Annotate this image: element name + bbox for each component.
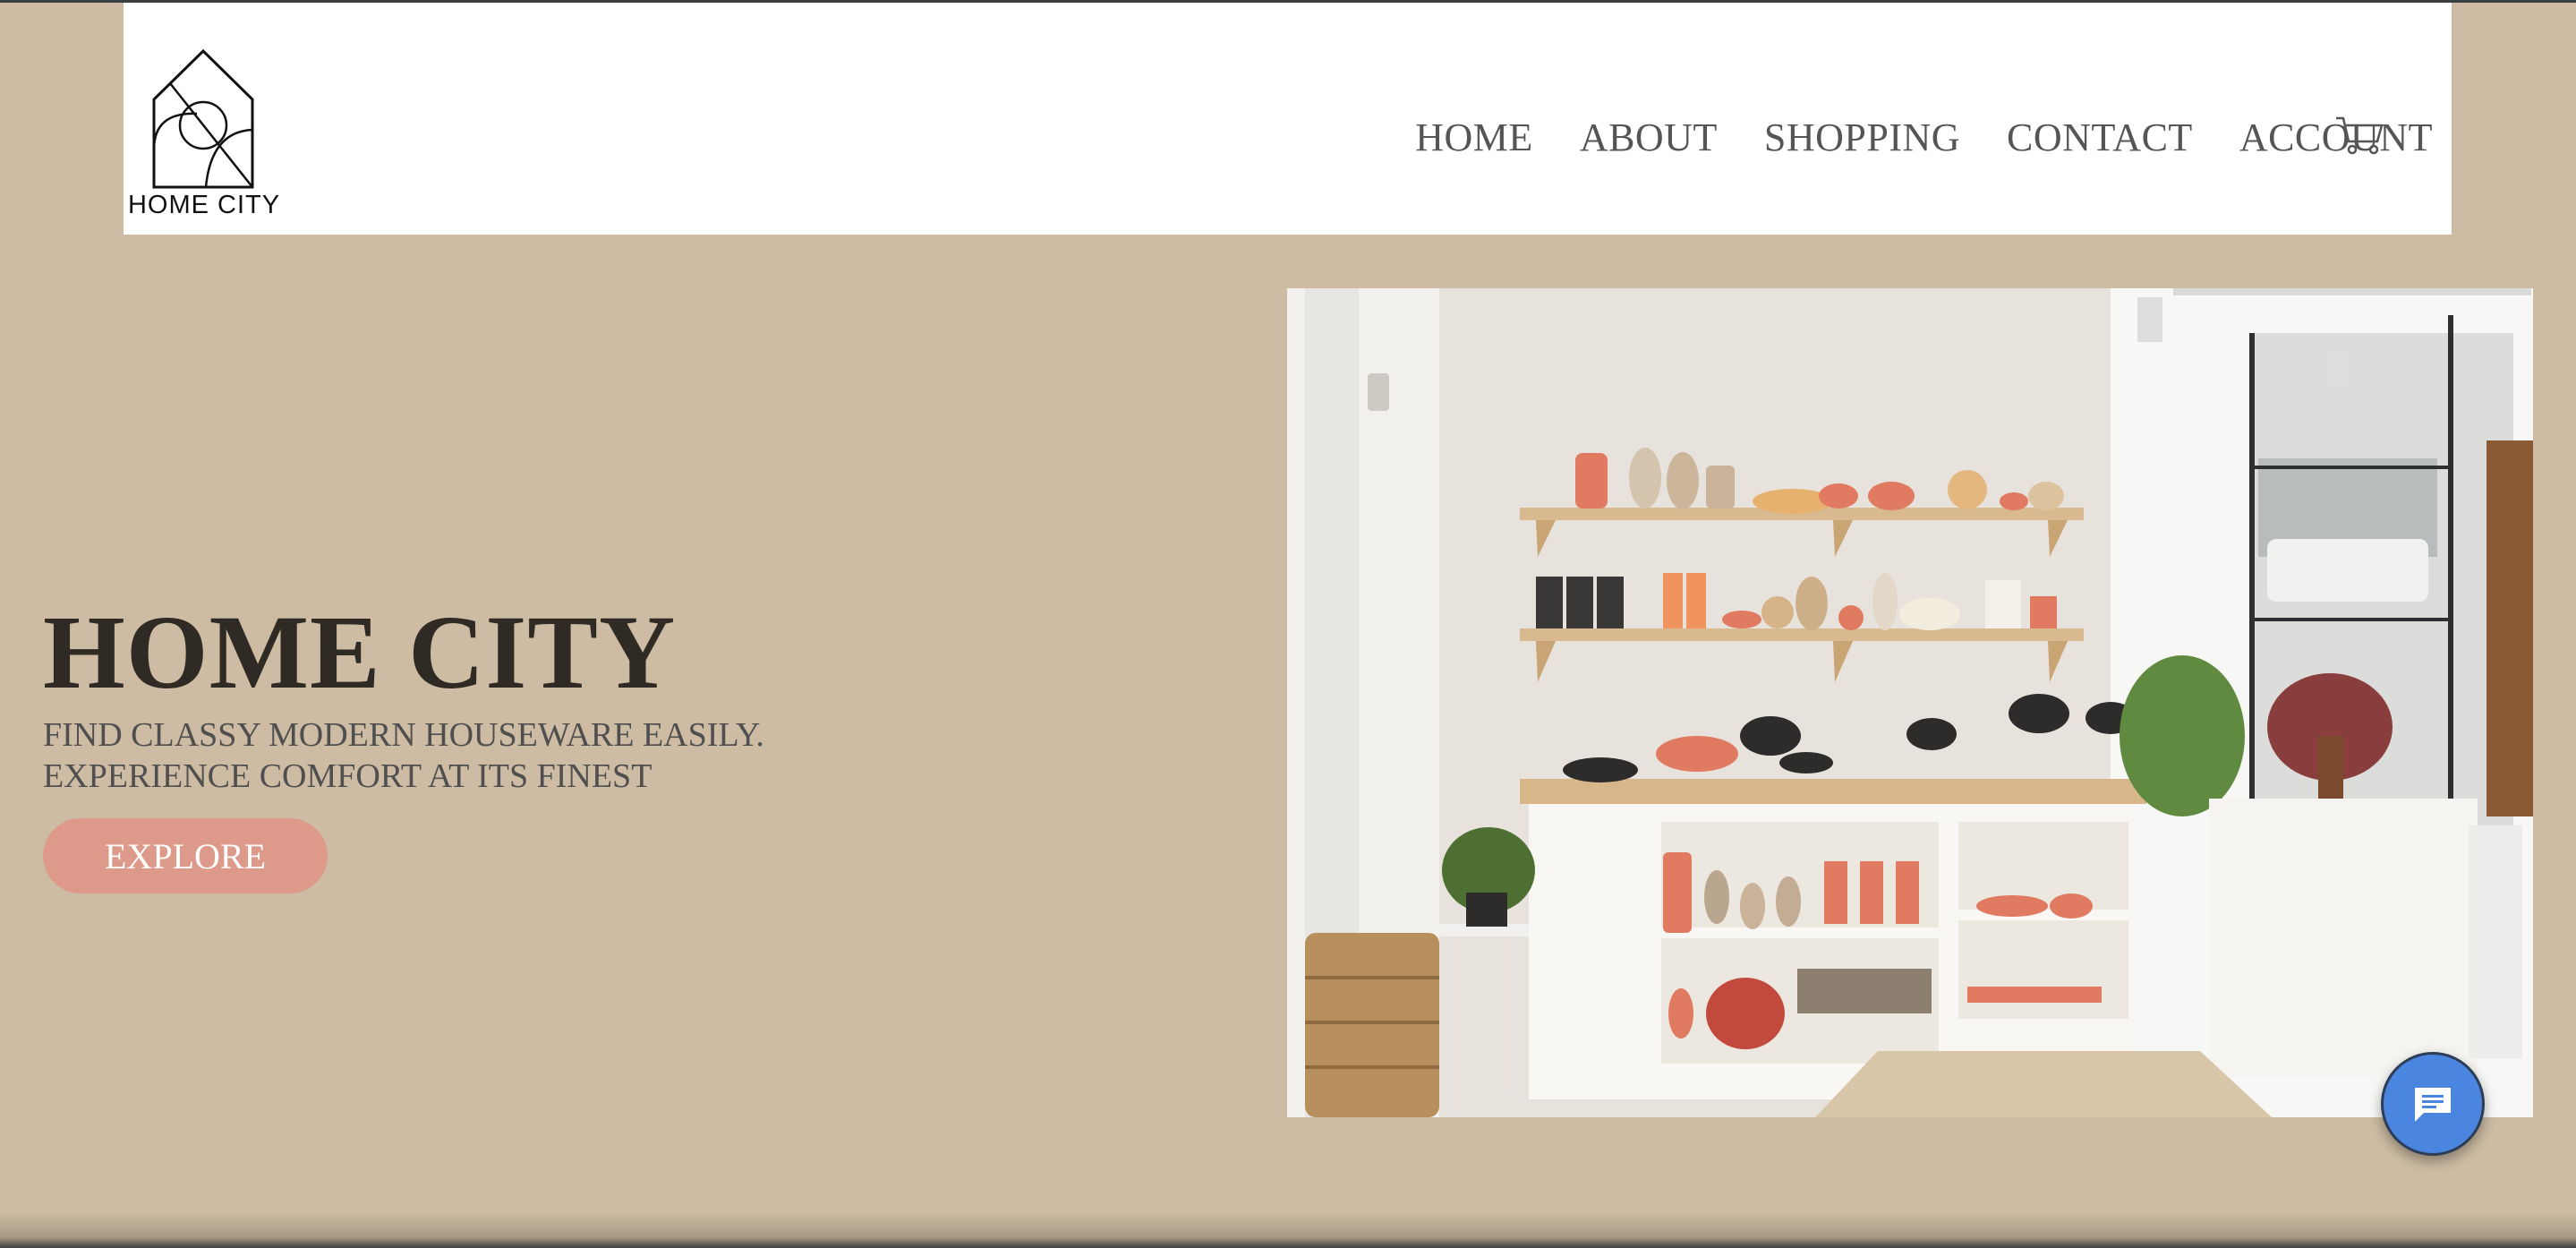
hero-title: HOME CITY <box>43 594 677 711</box>
house-logo-icon <box>152 48 254 189</box>
chat-icon <box>2415 1088 2451 1122</box>
hero-subtitle-line2: EXPERIENCE COMFORT AT ITS FINEST <box>43 756 653 795</box>
window-bottom-edge <box>0 1212 2576 1248</box>
explore-button[interactable]: EXPLORE <box>43 818 328 893</box>
nav-about[interactable]: ABOUT <box>1580 115 1718 160</box>
chat-button[interactable] <box>2381 1052 2485 1156</box>
hero-section: HOME CITY FIND CLASSY MODERN HOUSEWARE E… <box>43 594 764 797</box>
nav-shopping[interactable]: SHOPPING <box>1764 115 1960 160</box>
nav-contact[interactable]: CONTACT <box>2007 115 2193 160</box>
logo[interactable]: HOME CITY <box>124 40 285 219</box>
logo-text: HOME CITY <box>127 191 281 219</box>
hero-image <box>1287 288 2533 1117</box>
cart-icon[interactable] <box>2334 115 2384 156</box>
nav-home[interactable]: HOME <box>1415 115 1533 160</box>
main-nav: HOME ABOUT SHOPPING CONTACT ACCOUNT <box>1369 115 2433 160</box>
hero-subtitle-line1: FIND CLASSY MODERN HOUSEWARE EASILY. <box>43 715 764 754</box>
